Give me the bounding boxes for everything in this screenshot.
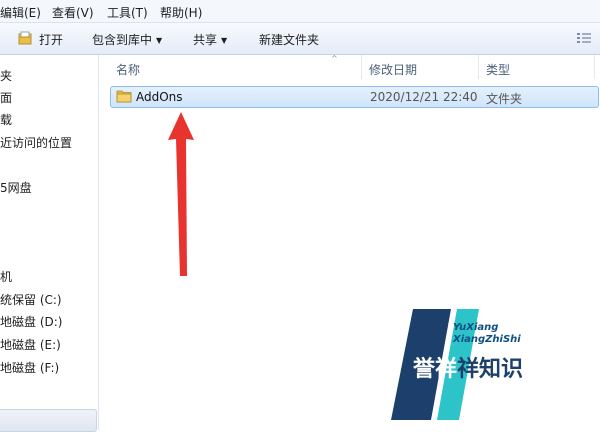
nav-item-netdisk[interactable]: 5网盘 xyxy=(0,179,32,196)
nav-item-downloads[interactable]: 载 xyxy=(0,111,12,128)
watermark-line2: XiangZhiShi xyxy=(452,334,521,345)
view-options-icon[interactable] xyxy=(577,32,591,44)
new-folder-button[interactable]: 新建文件夹 xyxy=(259,31,319,48)
nav-item-drive-d[interactable]: 地磁盘 (D:) xyxy=(0,313,62,330)
nav-item-drive-f[interactable]: 地磁盘 (F:) xyxy=(0,359,59,376)
sort-up-icon: ^ xyxy=(331,54,338,63)
chevron-down-icon: ▼ xyxy=(156,36,163,45)
watermark-logo: YuXiang XiangZhiShi 誉祥 祥知识 xyxy=(391,309,586,420)
watermark-graphic: YuXiang XiangZhiShi 誉祥 祥知识 xyxy=(391,309,523,420)
nav-item-drive-c[interactable]: 统保留 (C:) xyxy=(0,291,62,308)
column-divider[interactable] xyxy=(478,55,479,79)
share-button[interactable]: 共享 ▼ xyxy=(193,31,227,48)
nav-item-favorites[interactable]: 夹 xyxy=(0,67,12,84)
file-modified-date: 2020/12/21 22:40 xyxy=(370,90,478,104)
nav-item-computer[interactable]: 机 xyxy=(0,268,12,285)
menu-bar: 编辑(E) 查看(V) 工具(T) 帮助(H) xyxy=(0,0,600,23)
menu-view[interactable]: 查看(V) xyxy=(52,4,94,21)
file-type: 文件夹 xyxy=(486,92,523,106)
open-icon[interactable] xyxy=(18,31,32,45)
column-header-type[interactable]: 类型 xyxy=(486,61,510,78)
include-in-library-label: 包含到库中 xyxy=(92,33,153,47)
include-in-library-button[interactable]: 包含到库中 ▼ xyxy=(92,31,162,48)
chevron-down-icon: ▼ xyxy=(221,36,228,45)
column-header-modified[interactable]: 修改日期 xyxy=(369,61,417,78)
watermark-line1: YuXiang xyxy=(453,322,498,333)
menu-help[interactable]: 帮助(H) xyxy=(160,4,202,21)
navigation-pane: 夹 面 载 近访问的位置 5网盘 机 统保留 (C:) 地磁盘 (D:) 地磁盘… xyxy=(0,55,99,432)
column-divider[interactable] xyxy=(594,55,595,79)
nav-item-drive-e[interactable]: 地磁盘 (E:) xyxy=(0,336,61,353)
open-button[interactable]: 打开 xyxy=(39,31,63,48)
file-row-selected[interactable] xyxy=(110,86,599,108)
folder-icon xyxy=(116,90,132,103)
watermark-chinese-1: 誉祥 xyxy=(413,356,457,382)
column-header-name[interactable]: 名称 xyxy=(116,61,140,78)
command-toolbar: 打开 包含到库中 ▼ 共享 ▼ 新建文件夹 xyxy=(0,23,600,55)
nav-item-desktop[interactable]: 面 xyxy=(0,89,12,106)
nav-selection-highlight xyxy=(0,409,97,432)
menu-edit[interactable]: 编辑(E) xyxy=(0,4,41,21)
menu-tools[interactable]: 工具(T) xyxy=(107,4,148,21)
watermark-chinese-2: 祥知识 xyxy=(457,356,523,382)
share-label: 共享 xyxy=(193,33,218,47)
column-headers: ^ 名称 修改日期 类型 xyxy=(99,54,600,79)
column-divider[interactable] xyxy=(361,55,362,79)
file-name[interactable]: AddOns xyxy=(136,90,183,104)
nav-item-recent-places[interactable]: 近访问的位置 xyxy=(0,134,72,151)
